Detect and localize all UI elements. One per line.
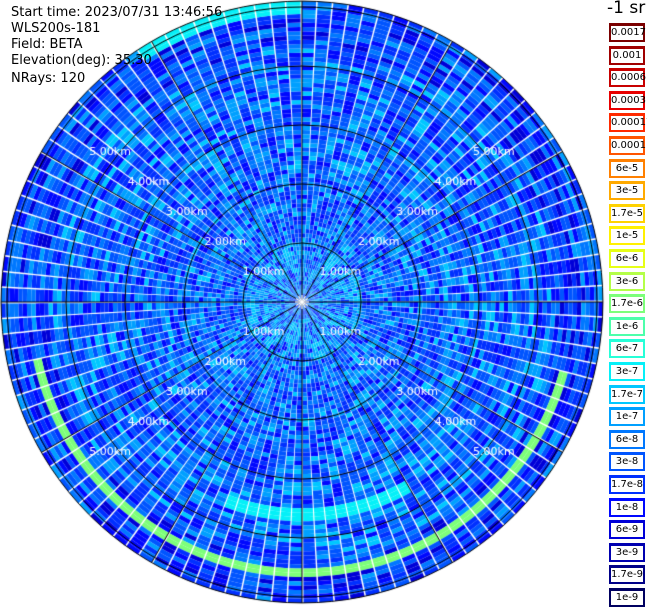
- colorbar-tick-label: 1e-5: [611, 229, 643, 244]
- colorbar-tick-label: 0.0017: [611, 26, 646, 40]
- colorbar-tick-label: 0.0003: [611, 93, 646, 108]
- colorbar-tick-label: 0.0001: [611, 139, 646, 153]
- colorbar-segment: 0.0001: [608, 135, 646, 156]
- colorbar-segment: 1.7e-7: [608, 383, 646, 405]
- colorbar-segment: 3e-5: [608, 180, 646, 202]
- colorbar-tick-label: 1e-6: [611, 319, 643, 334]
- colorbar-tick-label: 1.7e-9: [611, 568, 644, 583]
- colorbar-unit-label: -1 sr: [607, 0, 646, 18]
- colorbar-segment: 1.7e-8: [608, 474, 646, 495]
- colorbar-segment: 1.7e-9: [608, 564, 646, 586]
- colorbar-tick-label: 0.0006: [611, 71, 646, 86]
- colorbar-tick-label: 0.00017: [611, 116, 647, 131]
- colorbar-segment: 0.0017: [608, 22, 646, 43]
- colorbar-segment: 1e-9: [608, 587, 646, 608]
- colorbar-tick-label: 3e-5: [611, 184, 643, 199]
- colorbar-tick-label: 1e-7: [611, 410, 643, 425]
- colorbar-tick-label: 0.001: [611, 48, 643, 63]
- colorbar-tick-label: 1.7e-5: [611, 206, 644, 221]
- colorbar-tick-label: 6e-5: [611, 161, 643, 176]
- colorbar-tick-label: 3e-8: [611, 455, 643, 470]
- colorbar-segment: 3e-8: [608, 451, 646, 473]
- colorbar-segment: 0.0006: [608, 67, 646, 89]
- colorbar-segment: 0.00017: [608, 112, 647, 134]
- colorbar-tick-label: 1e-8: [611, 500, 643, 515]
- instrument-label: WLS200s-181: [11, 21, 101, 36]
- colorbar-tick-label: 1e-9: [611, 591, 643, 605]
- colorbar-tick-label: 1.7e-7: [611, 387, 644, 402]
- colorbar-segment: 1e-7: [608, 406, 646, 428]
- nrays-label: NRays: 120: [11, 71, 86, 86]
- colorbar-segment: 6e-5: [608, 157, 646, 179]
- colorbar-segment: 1.7e-5: [608, 202, 646, 224]
- colorbar-tick-label: 6e-6: [611, 252, 643, 266]
- field-label: Field: BETA: [11, 37, 83, 52]
- colorbar-segment: 1.7e-6: [608, 293, 646, 315]
- colorbar-segment: 1e-6: [608, 315, 646, 337]
- colorbar-tick-label: 3e-6: [611, 274, 643, 289]
- colorbar-segment: 6e-7: [608, 338, 646, 360]
- colorbar-segment: 1e-8: [608, 496, 646, 518]
- colorbar-tick-label: 6e-8: [611, 432, 643, 447]
- colorbar-tick-label: 3e-7: [611, 365, 643, 379]
- colorbar-segment: 3e-6: [608, 270, 646, 292]
- colorbar-segment: 6e-9: [608, 519, 646, 541]
- colorbar-segment: 6e-8: [608, 428, 646, 450]
- elevation-label: Elevation(deg): 35.30: [11, 53, 152, 68]
- start-time-label: Start time: 2023/07/31 13:46:56: [11, 5, 223, 20]
- colorbar-tick-label: 6e-9: [611, 523, 643, 538]
- colorbar-tick-label: 1.7e-6: [611, 297, 644, 312]
- colorbar-segment: 0.0003: [608, 89, 646, 111]
- ppi-radar-plot: [0, 0, 607, 607]
- colorbar-segment: 1e-5: [608, 225, 646, 247]
- colorbar-segment: 3e-9: [608, 541, 646, 563]
- colorbar-tick-label: 3e-9: [611, 545, 643, 560]
- colorbar-segment: 6e-6: [608, 248, 646, 269]
- colorbar-tick-label: 1.7e-8: [611, 478, 644, 492]
- colorbar-segment: 3e-7: [608, 361, 646, 382]
- colorbar-tick-label: 6e-7: [611, 342, 643, 357]
- colorbar-segment: 0.001: [608, 44, 646, 66]
